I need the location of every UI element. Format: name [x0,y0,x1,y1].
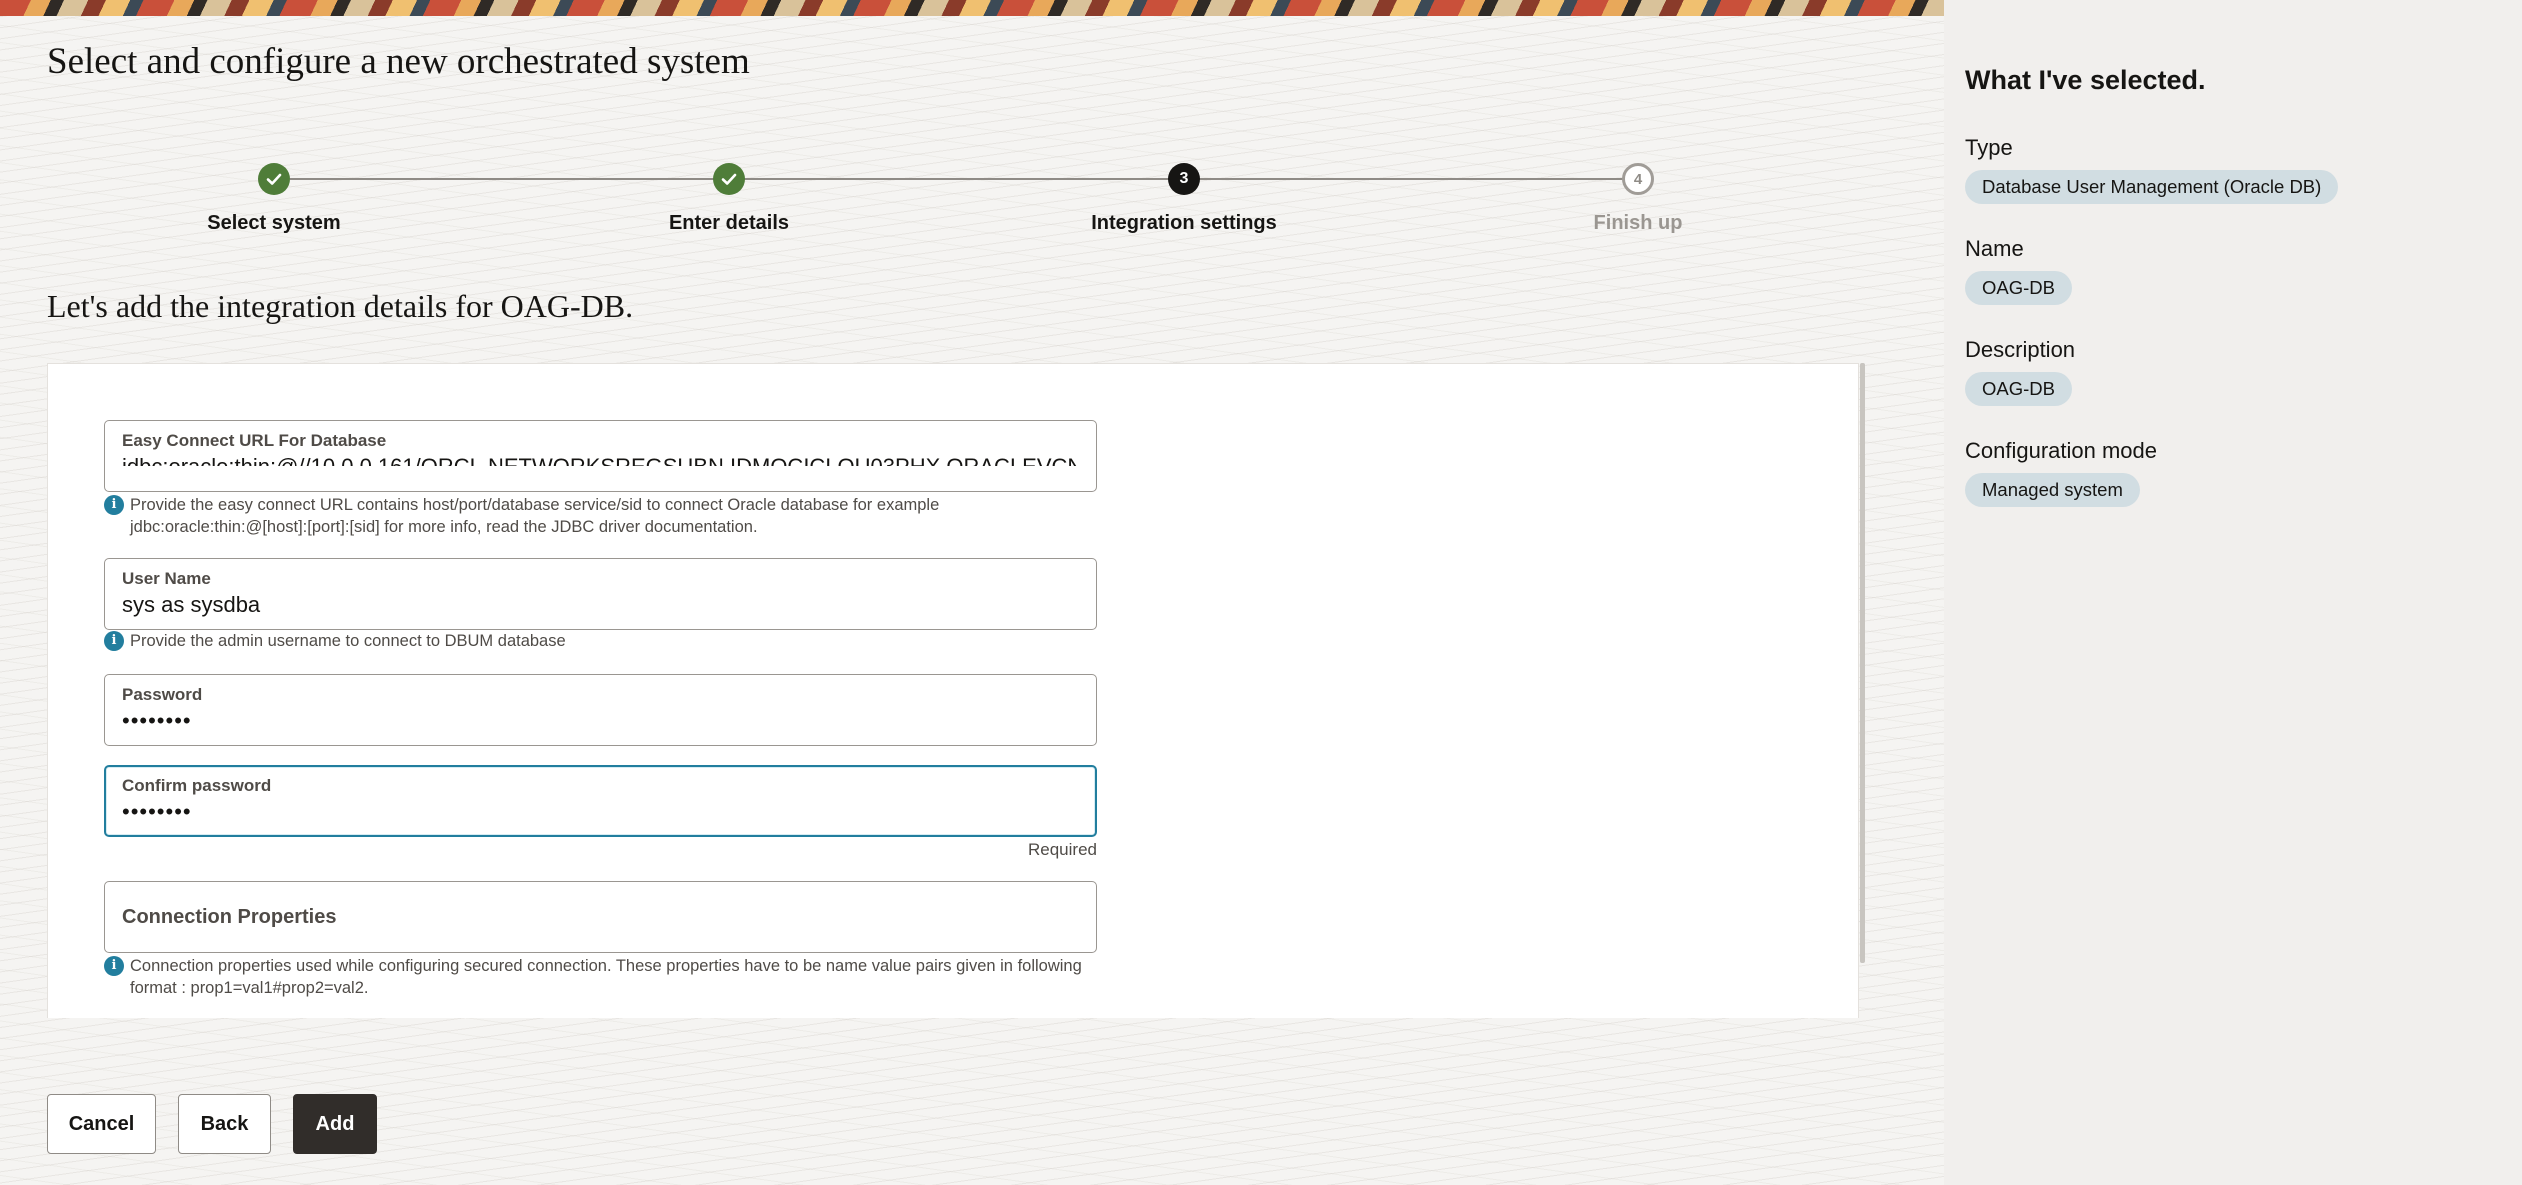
main-content: Select and configure a new orchestrated … [0,0,1944,1185]
section-heading: Let's add the integration details for OA… [47,288,634,324]
step-integration-settings[interactable]: 3 Integration settings [1034,155,1334,235]
selection-summary-panel: What I've selected. Type Database User M… [1944,0,2522,1185]
confirm-password-value: •••••••• [122,799,192,824]
field-label: Password [122,685,203,704]
summary-label: Type [1965,135,2013,160]
connection-properties-field[interactable]: Connection Properties [104,881,1097,953]
check-icon [258,163,290,195]
step-number: 3 [1168,163,1200,195]
user-name-value: sys as sysdba [122,592,261,617]
required-hint: Required [1028,840,1097,859]
info-icon: i [104,495,124,515]
summary-type: Type Database User Management (Oracle DB… [1965,135,2339,204]
user-name-field[interactable]: User Name sys as sysdba [104,558,1097,630]
step-finish-up: 4 Finish up [1488,155,1788,235]
field-label: Confirm password [122,776,272,795]
password-value: •••••••• [122,708,192,733]
summary-configuration-mode: Configuration mode Managed system [1965,438,2157,507]
help-text: Connection properties used while configu… [130,957,1082,997]
step-label: Select system [207,212,341,234]
confirm-password-field[interactable]: Confirm password •••••••• [104,765,1097,837]
field-label: Easy Connect URL For Database [122,431,387,450]
step-label: Integration settings [1091,212,1277,234]
mode-chip: Managed system [1965,473,2140,507]
step-label: Enter details [668,212,790,234]
cancel-button[interactable]: Cancel [47,1094,156,1154]
easy-connect-url-value: jdbc:oracle:thin:@//10.0.0.161/ORCL.NETW… [122,454,1079,466]
step-train: Select system Enter details 3 Integratio… [0,155,1944,255]
easy-connect-url-field[interactable]: Easy Connect URL For Database jdbc:oracl… [104,420,1097,492]
info-icon: i [104,956,124,976]
description-chip: OAG-DB [1965,372,2072,406]
type-chip: Database User Management (Oracle DB) [1965,170,2339,204]
easy-connect-help: i Provide the easy connect URL contains … [104,494,1104,538]
field-label: User Name [122,569,211,588]
integration-form: Easy Connect URL For Database jdbc:oracl… [47,363,1859,1018]
help-text: Provide the admin username to connect to… [130,632,566,650]
summary-label: Configuration mode [1965,438,2158,463]
step-enter-details[interactable]: Enter details [579,155,879,235]
name-chip: OAG-DB [1965,271,2072,305]
connection-properties-help: i Connection properties used while confi… [104,955,1104,999]
page-title: Select and configure a new orchestrated … [47,41,750,82]
info-icon: i [104,631,124,651]
train-connector [290,178,1638,180]
summary-title: What I've selected. [1965,65,2206,95]
summary-description: Description OAG-DB [1965,337,2075,406]
user-name-help: i Provide the admin username to connect … [104,630,1104,652]
field-label: Connection Properties [122,906,337,928]
summary-label: Name [1965,236,2024,261]
step-number: 4 [1622,163,1654,195]
check-icon [713,163,745,195]
form-scrollbar[interactable] [1860,363,1865,963]
summary-label: Description [1965,337,2076,362]
back-button[interactable]: Back [178,1094,271,1154]
password-field[interactable]: Password •••••••• [104,674,1097,746]
help-text: Provide the easy connect URL contains ho… [130,496,940,536]
step-select-system[interactable]: Select system [124,155,424,235]
add-button[interactable]: Add [293,1094,377,1154]
step-label: Finish up [1593,212,1683,234]
summary-name: Name OAG-DB [1965,236,2072,305]
